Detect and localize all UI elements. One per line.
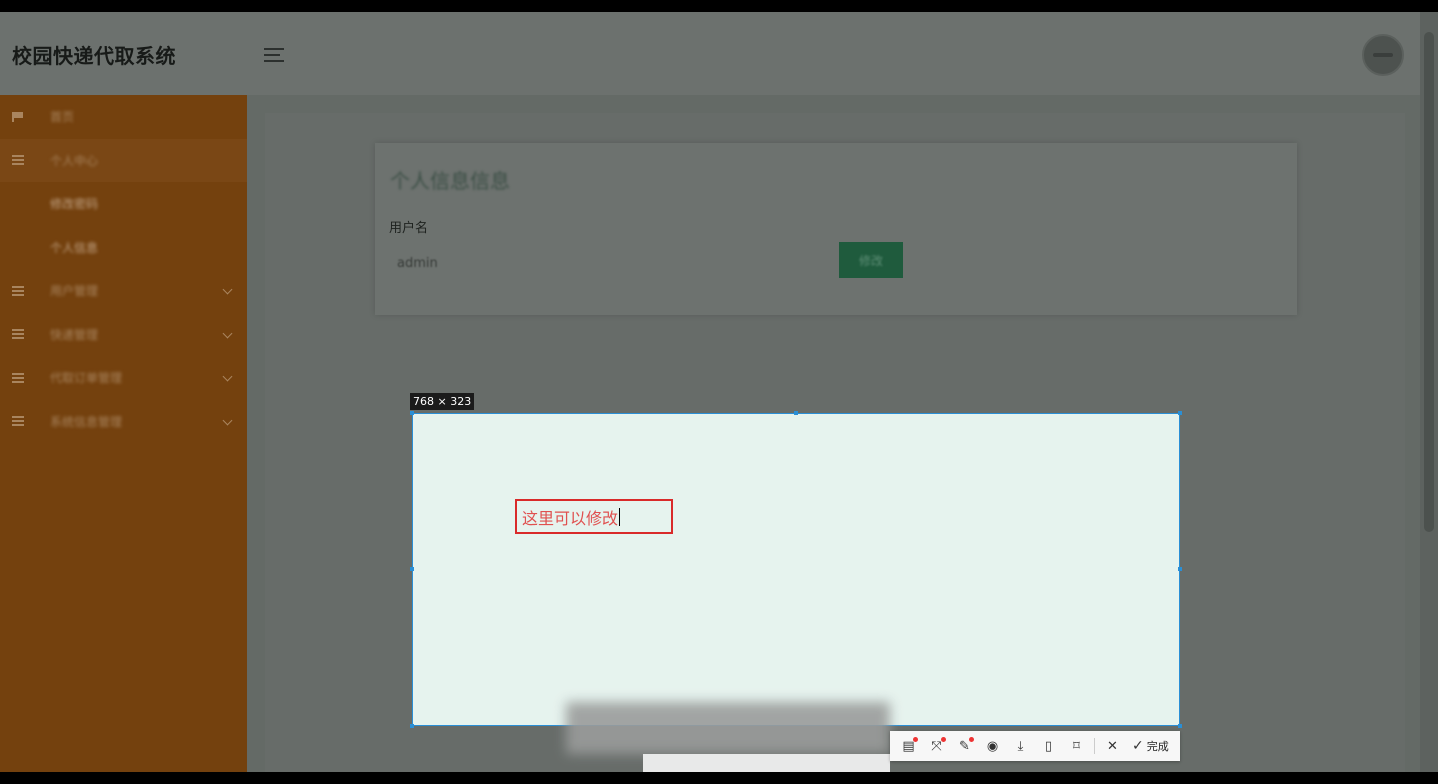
save-icon[interactable]: ▯: [1038, 736, 1059, 757]
sidebar-item-personal-center[interactable]: 个人中心: [0, 138, 247, 182]
modify-button-label: 修改: [858, 253, 883, 268]
sidebar-item-label: 快递管理: [50, 327, 99, 342]
text-caret: [619, 507, 621, 526]
ocr-icon[interactable]: ▤: [898, 736, 919, 757]
sidebar-item-express-management[interactable]: 快递管理: [0, 313, 247, 357]
top-header: 校园快递代取系统: [0, 12, 1420, 95]
bookmark-icon[interactable]: ⌑: [1066, 736, 1087, 757]
sidebar-item-label: 首页: [50, 110, 75, 125]
avatar[interactable]: [1362, 34, 1404, 76]
sidebar-item-label: 代取订单管理: [50, 371, 123, 386]
sidebar-item-label: 系统信息管理: [50, 414, 123, 429]
blurred-region: [643, 754, 890, 772]
sidebar-item-user-management[interactable]: 用户管理: [0, 269, 247, 313]
check-icon: ✓: [1132, 738, 1144, 754]
username-field[interactable]: admin: [397, 256, 438, 271]
annotation-text: 这里可以修改: [522, 508, 619, 528]
modify-button[interactable]: 修改: [839, 242, 903, 278]
list-icon: [12, 285, 24, 296]
resize-handle[interactable]: [410, 567, 414, 571]
personal-info-card: 个人信息信息 用户名 admin 修改: [375, 143, 1297, 315]
text-annotation-box[interactable]: 这里可以修改: [515, 499, 673, 534]
close-icon[interactable]: ✕: [1102, 736, 1123, 757]
done-button[interactable]: ✓ 完成: [1132, 738, 1169, 754]
sidebar-item-order-management[interactable]: 代取订单管理: [0, 356, 247, 400]
capture-toolbar: ▤ ⤧ ✎ ◉ ⤓ ▯ ⌑ ✕ ✓ 完成: [890, 731, 1180, 761]
resize-handle[interactable]: [410, 411, 414, 415]
capture-region[interactable]: 这里可以修改: [410, 411, 1182, 728]
sidebar-subitem-change-password[interactable]: 修改密码: [0, 182, 247, 226]
chevron-down-icon: [222, 284, 233, 295]
username-label: 用户名: [389, 221, 429, 236]
download-icon[interactable]: ⤓: [1010, 736, 1031, 757]
capture-size-label: 768 × 323: [410, 393, 475, 410]
done-label: 完成: [1146, 740, 1169, 753]
resize-handle[interactable]: [794, 411, 798, 415]
record-icon[interactable]: ◉: [982, 736, 1003, 757]
chevron-down-icon: [222, 371, 233, 382]
screenshot-translate-icon[interactable]: ⤧: [926, 736, 947, 757]
chevron-down-icon: [222, 328, 233, 338]
scrollbar-thumb[interactable]: [1424, 32, 1434, 532]
sidebar-item-home[interactable]: 首页: [0, 95, 247, 139]
toolbar-divider: [1094, 738, 1095, 754]
list-icon: [12, 155, 24, 166]
page-scrollbar[interactable]: [1420, 12, 1438, 772]
resize-handle[interactable]: [1178, 724, 1182, 728]
resize-handle[interactable]: [1178, 567, 1182, 571]
menu-toggle-icon[interactable]: [264, 48, 284, 62]
list-icon: [12, 416, 24, 427]
pin-icon[interactable]: ✎: [954, 736, 975, 757]
app-title: 校园快递代取系统: [12, 44, 176, 68]
chevron-down-icon: [222, 415, 233, 425]
card-title: 个人信息信息: [390, 169, 510, 193]
sidebar: 首页 个人中心 修改密码 个人信息 用户管理 快递管理 代取订单管理 系统信息管…: [0, 95, 247, 772]
list-icon: [12, 372, 24, 383]
resize-handle[interactable]: [1178, 411, 1182, 415]
sidebar-item-system-management[interactable]: 系统信息管理: [0, 400, 247, 444]
sidebar-item-label: 个人中心: [50, 153, 99, 168]
sidebar-item-label: 修改密码: [50, 197, 99, 212]
sidebar-subitem-personal-info[interactable]: 个人信息: [0, 226, 247, 270]
desktop-screen: 校园快递代取系统 首页 个人中心 修改密码 个人信息 用户管理 快递管理 代取订…: [0, 12, 1438, 772]
sidebar-item-label: 个人信息: [50, 240, 99, 255]
sidebar-item-label: 用户管理: [50, 284, 99, 299]
flag-icon: [12, 111, 24, 122]
blurred-region: [566, 702, 890, 754]
list-icon: [12, 329, 24, 340]
resize-handle[interactable]: [410, 724, 414, 728]
